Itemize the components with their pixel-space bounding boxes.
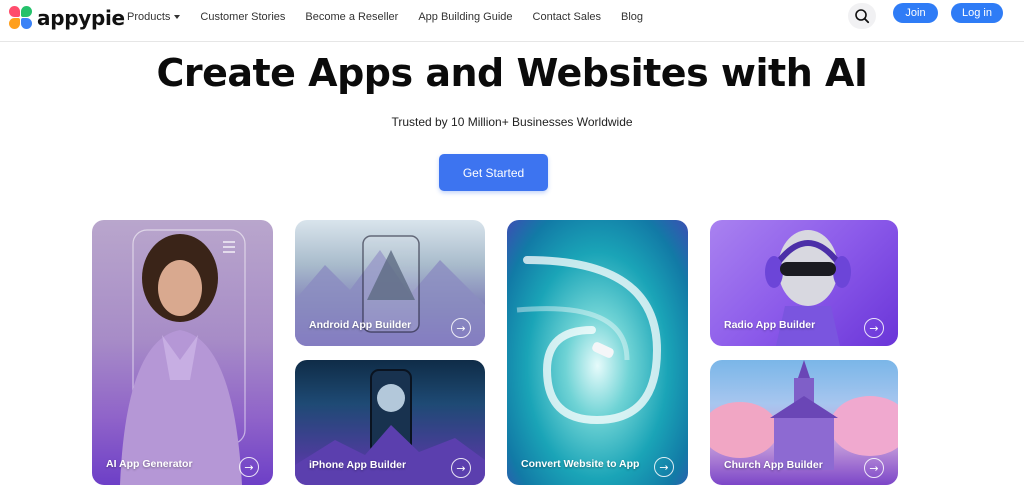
hero-title: Create Apps and Websites with AI	[156, 51, 868, 95]
card-label: Android App Builder	[309, 319, 412, 331]
card-convert-website-to-app[interactable]: Convert Website to App →	[507, 220, 688, 485]
arrow-right-icon[interactable]: →	[451, 458, 471, 478]
card-label: Convert Website to App	[521, 458, 640, 470]
nav-item-customer-stories[interactable]: Customer Stories	[200, 11, 285, 23]
card-label: AI App Generator	[106, 458, 193, 470]
arrow-right-icon[interactable]: →	[864, 458, 884, 478]
arrow-right-icon[interactable]: →	[654, 457, 674, 477]
card-label: Church App Builder	[724, 459, 823, 471]
nav-item-products[interactable]: Products	[127, 11, 181, 23]
search-icon	[855, 9, 870, 24]
arrow-right-icon[interactable]: →	[239, 457, 259, 477]
join-button[interactable]: Join	[893, 3, 938, 23]
logo-mark-icon	[9, 6, 33, 30]
nav-item-contact-sales[interactable]: Contact Sales	[533, 11, 601, 23]
card-label: Radio App Builder	[724, 319, 816, 331]
login-button[interactable]: Log in	[951, 3, 1003, 23]
card-church-app-builder[interactable]: Church App Builder →	[710, 360, 898, 485]
chevron-down-icon	[174, 15, 181, 19]
woman-portrait-image	[120, 229, 246, 485]
nav-item-become-reseller[interactable]: Become a Reseller	[305, 11, 398, 23]
main-nav: Products Customer Stories Become a Resel…	[127, 11, 663, 23]
arrow-right-icon[interactable]: →	[864, 318, 884, 338]
appypie-logo[interactable]: appypie	[9, 5, 125, 31]
nav-item-blog[interactable]: Blog	[621, 11, 643, 23]
card-ai-app-generator[interactable]: AI App Generator →	[92, 220, 273, 485]
get-started-button[interactable]: Get Started	[439, 154, 548, 191]
hero-subtitle: Trusted by 10 Million+ Businesses Worldw…	[391, 115, 633, 129]
card-radio-app-builder[interactable]: Radio App Builder →	[710, 220, 898, 346]
card-android-app-builder[interactable]: Android App Builder →	[295, 220, 485, 346]
boat-whirlpool-image	[516, 256, 662, 425]
card-iphone-app-builder[interactable]: iPhone App Builder →	[295, 360, 485, 485]
card-label: iPhone App Builder	[309, 459, 407, 471]
nav-item-app-building-guide[interactable]: App Building Guide	[418, 11, 512, 23]
logo-text: appypie	[37, 6, 125, 30]
search-button[interactable]	[848, 3, 876, 29]
top-header: appypie Products Customer Stories Become…	[0, 0, 1024, 42]
arrow-right-icon[interactable]: →	[451, 318, 471, 338]
